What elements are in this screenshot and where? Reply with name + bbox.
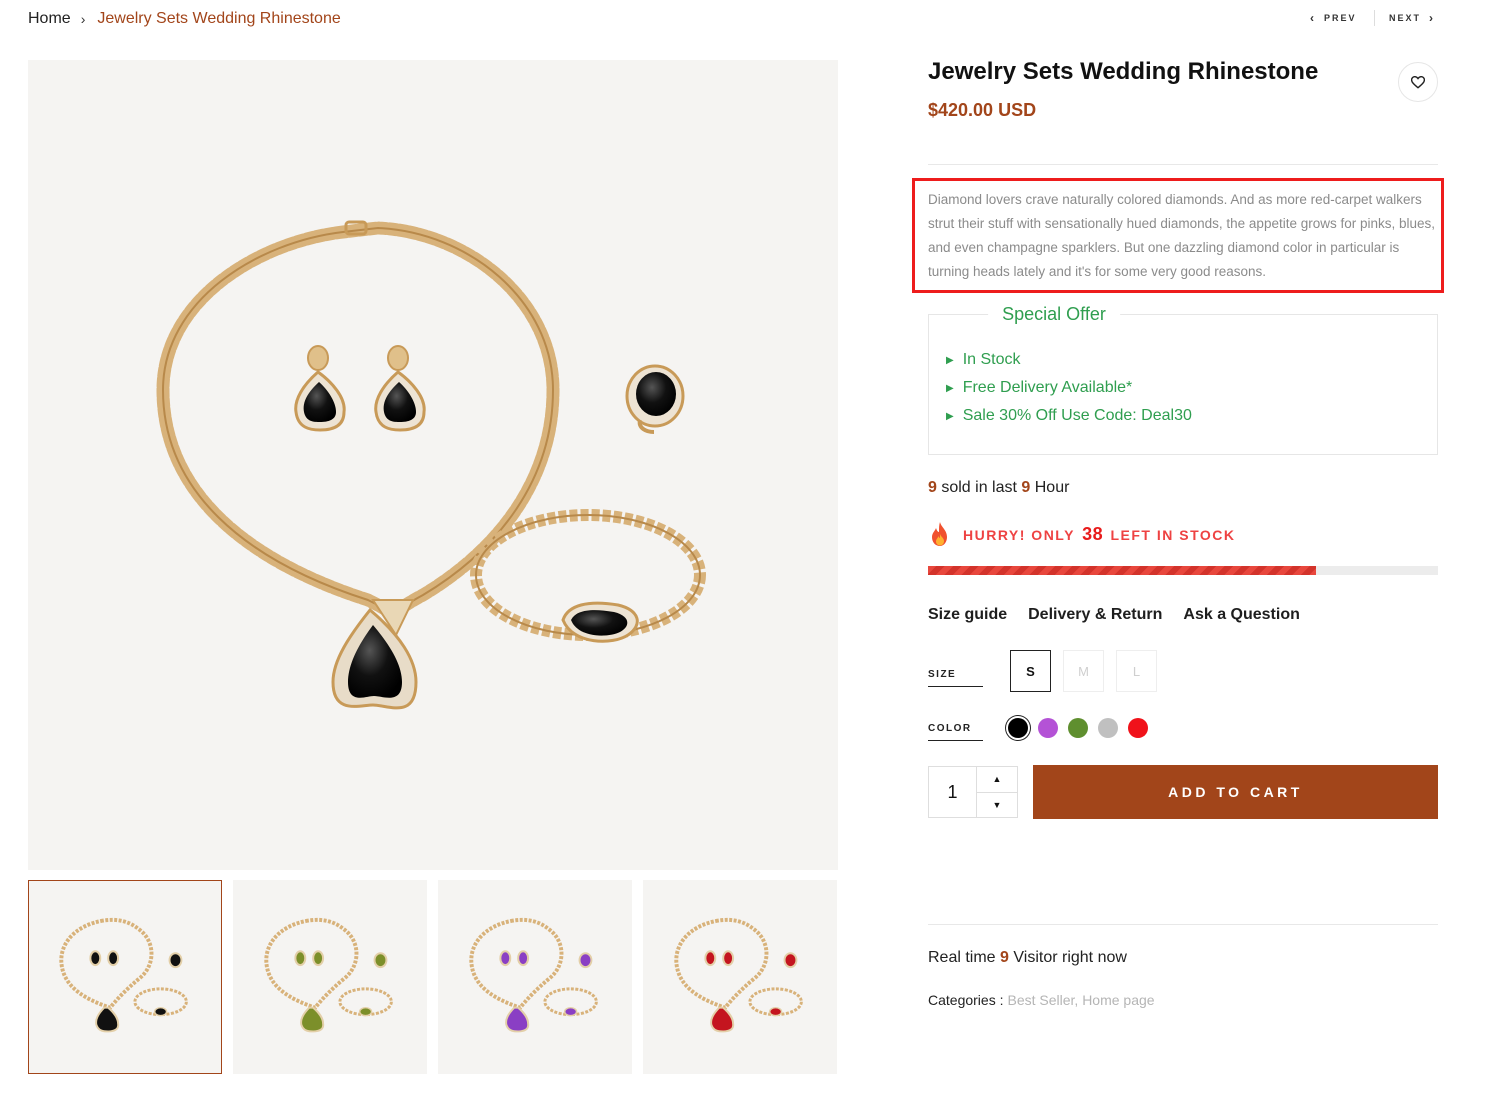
realtime-suffix: Visitor right now	[1008, 949, 1127, 966]
special-offer-title: Special Offer	[988, 304, 1120, 325]
delivery-return-link[interactable]: Delivery & Return	[1028, 606, 1162, 624]
breadcrumb-home-link[interactable]: Home	[28, 10, 71, 28]
next-product-link[interactable]: NEXT ›	[1389, 11, 1433, 25]
triangle-right-icon: ▶	[946, 410, 954, 422]
triangle-right-icon: ▶	[946, 382, 954, 394]
size-label: SIZE	[928, 669, 983, 687]
stock-warning-text: HURRY! ONLY 38 LEFT IN STOCK	[963, 524, 1236, 545]
product-thumbnail[interactable]	[438, 880, 632, 1074]
divider	[928, 164, 1438, 165]
realtime-visitors: Real time 9 Visitor right now	[928, 949, 1127, 967]
list-item: ▶ In Stock	[946, 346, 1192, 374]
heart-icon	[1411, 75, 1425, 89]
stock-prefix: HURRY! ONLY	[963, 526, 1081, 543]
quantity-stepper: 1 ▲ ▼	[928, 766, 1018, 818]
color-swatch[interactable]	[1098, 718, 1118, 738]
jewelry-set-image	[156, 220, 706, 710]
sold-text: sold in last	[936, 479, 1022, 496]
product-title: Jewelry Sets Wedding Rhinestone	[928, 58, 1319, 85]
product-thumbnail[interactable]	[233, 880, 427, 1074]
wishlist-button[interactable]	[1398, 62, 1438, 102]
size-guide-link[interactable]: Size guide	[928, 606, 1007, 624]
color-swatch[interactable]	[1008, 718, 1028, 738]
thumbnail-image	[59, 917, 188, 1033]
color-swatch[interactable]	[1128, 718, 1148, 738]
offer-item-label: Sale 30% Off Use Code: Deal30	[962, 407, 1192, 424]
triangle-up-icon: ▲	[992, 774, 1002, 785]
info-links: Size guide Delivery & Return Ask a Quest…	[928, 606, 1300, 624]
pager-divider	[1374, 10, 1375, 26]
thumbnail-image	[469, 917, 598, 1033]
size-option-m[interactable]: M	[1063, 650, 1104, 692]
stock-suffix: LEFT IN STOCK	[1105, 526, 1236, 543]
next-label: NEXT	[1389, 13, 1422, 23]
sold-hours: 9	[1021, 479, 1031, 496]
stock-count: 38	[1082, 523, 1104, 544]
chevron-right-icon: ›	[1429, 11, 1434, 25]
quantity-buttons: ▲ ▼	[977, 767, 1017, 817]
realtime-prefix: Real time	[928, 949, 1001, 966]
sold-counter: 9 sold in last 9 Hour	[928, 479, 1069, 497]
visitor-count: 9	[1000, 949, 1009, 966]
color-swatch[interactable]	[1068, 718, 1088, 738]
prev-product-link[interactable]: ‹ PREV	[1310, 11, 1357, 25]
product-thumbnail[interactable]	[28, 880, 222, 1074]
size-option-s[interactable]: S	[1010, 650, 1051, 692]
thumbnail-image	[264, 917, 393, 1033]
breadcrumb-current: Jewelry Sets Wedding Rhinestone	[97, 10, 341, 27]
stock-progress-bar	[928, 566, 1438, 575]
thumbnail-strip	[28, 880, 837, 1074]
special-offer-list: ▶ In Stock ▶ Free Delivery Available* ▶ Sal…	[946, 346, 1192, 430]
chevron-left-icon: ‹	[1310, 11, 1314, 25]
sold-count: 9	[928, 479, 937, 496]
categories: Categories : Best Seller, Home page	[928, 992, 1155, 1008]
categories-label: Categories :	[928, 992, 1004, 1008]
color-options	[1008, 718, 1148, 738]
prev-label: PREV	[1324, 13, 1357, 23]
list-item: ▶ Sale 30% Off Use Code: Deal30	[946, 402, 1192, 430]
quantity-decrease-button[interactable]: ▼	[977, 793, 1017, 818]
ask-question-link[interactable]: Ask a Question	[1183, 606, 1299, 624]
fire-icon	[932, 522, 947, 546]
offer-item-label: In Stock	[962, 351, 1021, 368]
list-item: ▶ Free Delivery Available*	[946, 374, 1192, 402]
quantity-input[interactable]: 1	[929, 767, 977, 817]
offer-item-label: Free Delivery Available*	[962, 379, 1133, 396]
breadcrumb: Home › Jewelry Sets Wedding Rhinestone	[28, 8, 341, 30]
stock-progress-fill	[928, 566, 1316, 575]
main-product-image[interactable]	[28, 60, 838, 870]
product-price: $420.00 USD	[928, 100, 1037, 120]
size-option-l[interactable]: L	[1116, 650, 1157, 692]
sold-text-end: Hour	[1030, 479, 1070, 496]
color-label: COLOR	[928, 723, 983, 741]
thumbnail-image	[674, 917, 803, 1033]
chevron-right-icon: ›	[80, 11, 86, 27]
divider	[928, 924, 1438, 925]
categories-value[interactable]: Best Seller, Home page	[1007, 992, 1154, 1008]
triangle-right-icon: ▶	[946, 354, 954, 366]
add-to-cart-button[interactable]: ADD TO CART	[1033, 765, 1438, 819]
stock-warning: HURRY! ONLY 38 LEFT IN STOCK	[928, 521, 1236, 547]
product-thumbnail[interactable]	[643, 880, 837, 1074]
product-description: Diamond lovers crave naturally colored d…	[928, 192, 1436, 279]
triangle-down-icon: ▼	[992, 799, 1002, 810]
size-options: S M L	[1010, 650, 1157, 692]
color-swatch[interactable]	[1038, 718, 1058, 738]
quantity-increase-button[interactable]: ▲	[977, 767, 1017, 793]
